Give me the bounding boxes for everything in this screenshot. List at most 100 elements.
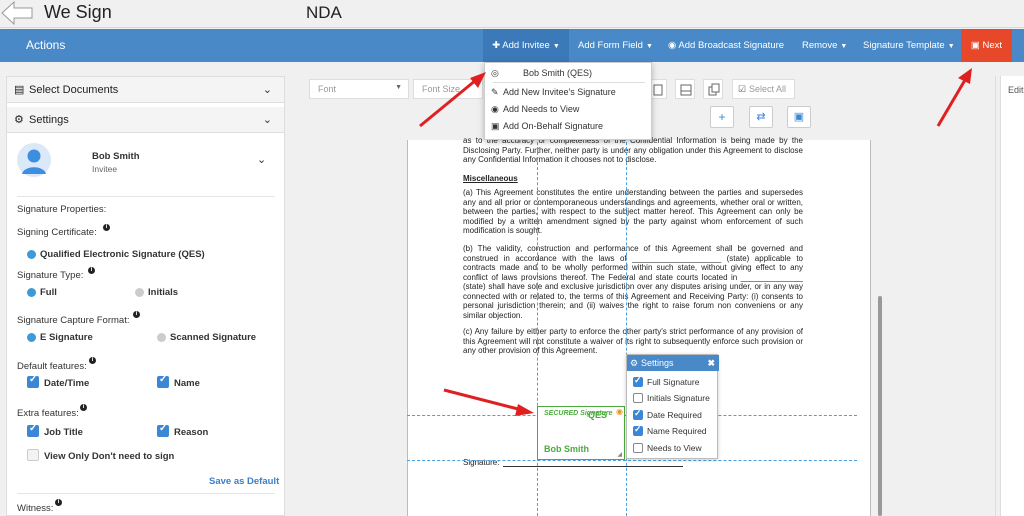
- chevron-down-icon: ⌄: [262, 84, 272, 96]
- view-only-label: View Only Don't need to sign: [44, 451, 175, 462]
- divider: [17, 493, 275, 494]
- gears-icon: ⚙: [14, 114, 24, 126]
- checkbox[interactable]: [633, 408, 643, 420]
- save-disk-icon[interactable]: ▣: [787, 106, 811, 128]
- signature-field[interactable]: SECURED Signature QES ◉ Bob Smith ◢: [537, 406, 625, 460]
- settings-label: Settings: [29, 114, 69, 126]
- dropdown-item-bob-smith[interactable]: ◎ Bob Smith (QES): [485, 65, 653, 82]
- next-label: Next: [982, 40, 1003, 51]
- caret-down-icon: ▼: [552, 43, 560, 50]
- checkbox[interactable]: [633, 393, 643, 403]
- dropdown-divider: [493, 82, 645, 83]
- font-size-select-label: Font Size: [422, 84, 461, 94]
- add-broadcast-label: Add Broadcast Signature: [678, 40, 785, 51]
- info-icon[interactable]: i: [89, 357, 96, 364]
- qes-badge: QES: [588, 410, 608, 420]
- eye-icon: ◉: [491, 104, 499, 114]
- action-bar: Actions ✚ Add Invitee ▼ Add Form Field ▼ ◉…: [0, 29, 1024, 62]
- add-form-field-label: Add Form Field: [578, 40, 643, 51]
- select-all-label: Select All: [749, 84, 787, 94]
- checkbox[interactable]: [633, 424, 643, 436]
- document-icon: ▤: [14, 84, 25, 96]
- checkbox[interactable]: [633, 375, 643, 387]
- edit-icon: ✎: [491, 87, 499, 97]
- name-label: Name: [174, 378, 200, 389]
- user-expand-chevron-icon[interactable]: ⌄: [257, 153, 266, 166]
- field-settings-popup: ⚙ Settings ✖ Full Signature Initials Sig…: [626, 354, 719, 459]
- caret-down-icon: ▼: [840, 43, 848, 50]
- save-as-default-link[interactable]: Save as Default: [209, 476, 279, 487]
- view-only-checkbox[interactable]: [27, 449, 39, 461]
- doc-top-paragraph: as to the accuracy or completeness of th…: [463, 136, 803, 164]
- add-form-field-menu[interactable]: Add Form Field ▼: [578, 29, 653, 62]
- popup-option-label: Date Required: [647, 410, 702, 420]
- full-label: Full: [40, 287, 57, 298]
- checkbox[interactable]: [633, 443, 643, 453]
- initials-radio[interactable]: [135, 288, 144, 297]
- panel-divider: [995, 76, 996, 516]
- signature-type-label: Signature Type:: [17, 270, 84, 281]
- popup-option-full-signature[interactable]: Full Signature: [627, 375, 719, 393]
- add-invitee-menu[interactable]: ✚ Add Invitee ▼: [483, 29, 569, 62]
- doc-paragraph-a: (a) This Agreement constitutes the entir…: [463, 188, 803, 235]
- initials-label: Initials: [148, 287, 179, 298]
- doc-heading: Miscellaneous: [463, 174, 518, 183]
- user-name: Bob Smith: [92, 151, 140, 162]
- swap-arrows-icon[interactable]: ⇄: [749, 106, 773, 128]
- add-plus-icon[interactable]: +: [710, 106, 734, 128]
- back-arrow-icon[interactable]: [0, 0, 34, 26]
- popup-option-initials-signature[interactable]: Initials Signature: [627, 393, 719, 409]
- datetime-checkbox[interactable]: [27, 374, 39, 388]
- remove-menu[interactable]: Remove ▼: [802, 29, 847, 62]
- settings-header[interactable]: ⚙ Settings ⌄: [7, 107, 284, 133]
- layout-icon[interactable]: [675, 79, 695, 99]
- font-size-select[interactable]: Font Size: [413, 79, 483, 99]
- copy-icon[interactable]: [703, 79, 723, 99]
- dropdown-item-add-new-invitee[interactable]: ✎ Add New Invitee's Signature: [485, 84, 653, 101]
- next-icon: ▣: [970, 40, 980, 51]
- qes-radio[interactable]: [27, 250, 36, 259]
- dropdown-item-add-needs-to-view[interactable]: ◉ Add Needs to View: [485, 101, 653, 118]
- divider: [17, 196, 275, 197]
- popup-option-needs-to-view[interactable]: Needs to View: [627, 443, 719, 459]
- resize-handle-icon[interactable]: ◢: [617, 451, 622, 458]
- info-icon[interactable]: i: [103, 224, 110, 231]
- info-icon[interactable]: i: [133, 311, 140, 318]
- font-select[interactable]: Font ▼: [309, 79, 409, 99]
- select-all-button[interactable]: ☑ Select All: [732, 79, 795, 99]
- next-button[interactable]: ▣ Next: [961, 29, 1012, 62]
- scanned-signature-radio[interactable]: [157, 333, 166, 342]
- popup-option-name-required[interactable]: Name Required: [627, 424, 719, 442]
- job-title-checkbox[interactable]: [27, 423, 39, 437]
- reason-label: Reason: [174, 427, 209, 438]
- reason-checkbox[interactable]: [157, 423, 169, 437]
- default-features-label: Default features:: [17, 361, 87, 372]
- signature-template-menu[interactable]: Signature Template ▼: [863, 29, 955, 62]
- job-title-label: Job Title: [44, 427, 83, 438]
- remove-label: Remove: [802, 40, 838, 51]
- avatar: [17, 143, 51, 177]
- dropdown-item-label: Add On-Behalf Signature: [503, 121, 604, 131]
- close-icon[interactable]: ✖: [707, 355, 715, 371]
- popup-option-label: Initials Signature: [647, 393, 710, 403]
- extra-features-label: Extra features:: [17, 408, 79, 419]
- doc-paragraph-c: (c) Any failure by either party to enfor…: [463, 327, 803, 355]
- signature-box-icon: ▣: [491, 121, 500, 131]
- doc-paragraph-b: (b) The validity, construction and perfo…: [463, 244, 803, 320]
- info-icon[interactable]: i: [80, 404, 87, 411]
- info-icon[interactable]: i: [55, 499, 62, 506]
- select-documents-header[interactable]: ▤ Select Documents ⌄: [7, 77, 284, 103]
- full-radio[interactable]: [27, 288, 36, 297]
- scrollbar[interactable]: [878, 296, 882, 516]
- plus-icon: ✚: [492, 40, 501, 51]
- signer-name: Bob Smith: [544, 444, 589, 454]
- e-signature-radio[interactable]: [27, 333, 36, 342]
- popup-option-label: Needs to View: [647, 443, 702, 453]
- add-invitee-dropdown: ◎ Bob Smith (QES) ✎ Add New Invitee's Si…: [484, 62, 652, 140]
- name-checkbox[interactable]: [157, 374, 169, 388]
- title-bar: [0, 0, 1024, 28]
- left-panel: ▤ Select Documents ⌄ ⚙ Settings ⌄ Bob Sm…: [6, 76, 285, 516]
- info-icon[interactable]: i: [88, 267, 95, 274]
- dropdown-item-add-on-behalf[interactable]: ▣ Add On-Behalf Signature: [485, 118, 653, 135]
- add-broadcast-signature-menu[interactable]: ◉ Add Broadcast Signature: [668, 29, 784, 62]
